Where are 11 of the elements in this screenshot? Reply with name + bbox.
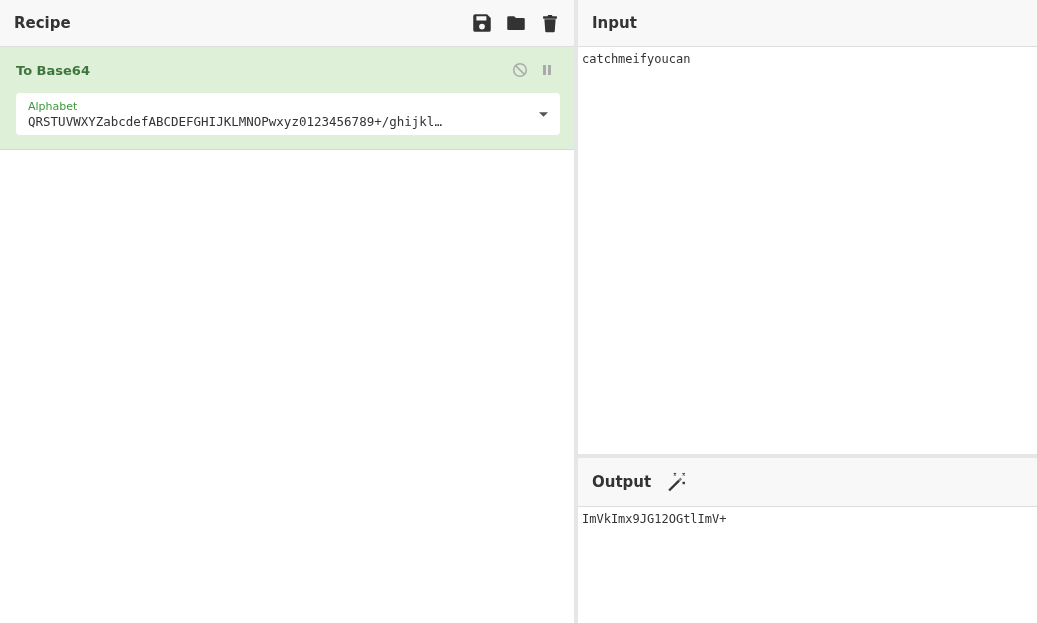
operation-name: To Base64	[16, 62, 90, 78]
output-title: Output	[592, 473, 652, 491]
save-icon[interactable]	[472, 13, 492, 33]
trash-icon[interactable]	[540, 13, 560, 33]
input-title: Input	[592, 14, 637, 32]
caret-icon	[539, 111, 548, 117]
operation-card[interactable]: To Base64 Alphabet QRSTUVWXYZabcdefABCDEFGHIJKLMNOPwxyz0123456789+/ghijkl…	[0, 47, 574, 150]
alphabet-dropdown[interactable]: Alphabet QRSTUVWXYZabcdefABCDEFGHIJKLMNOPwxyz0123456789+/ghijkl…	[16, 93, 560, 135]
magic-wand-icon[interactable]	[665, 471, 688, 493]
recipe-title: Recipe	[14, 14, 71, 32]
folder-icon[interactable]	[506, 13, 526, 33]
